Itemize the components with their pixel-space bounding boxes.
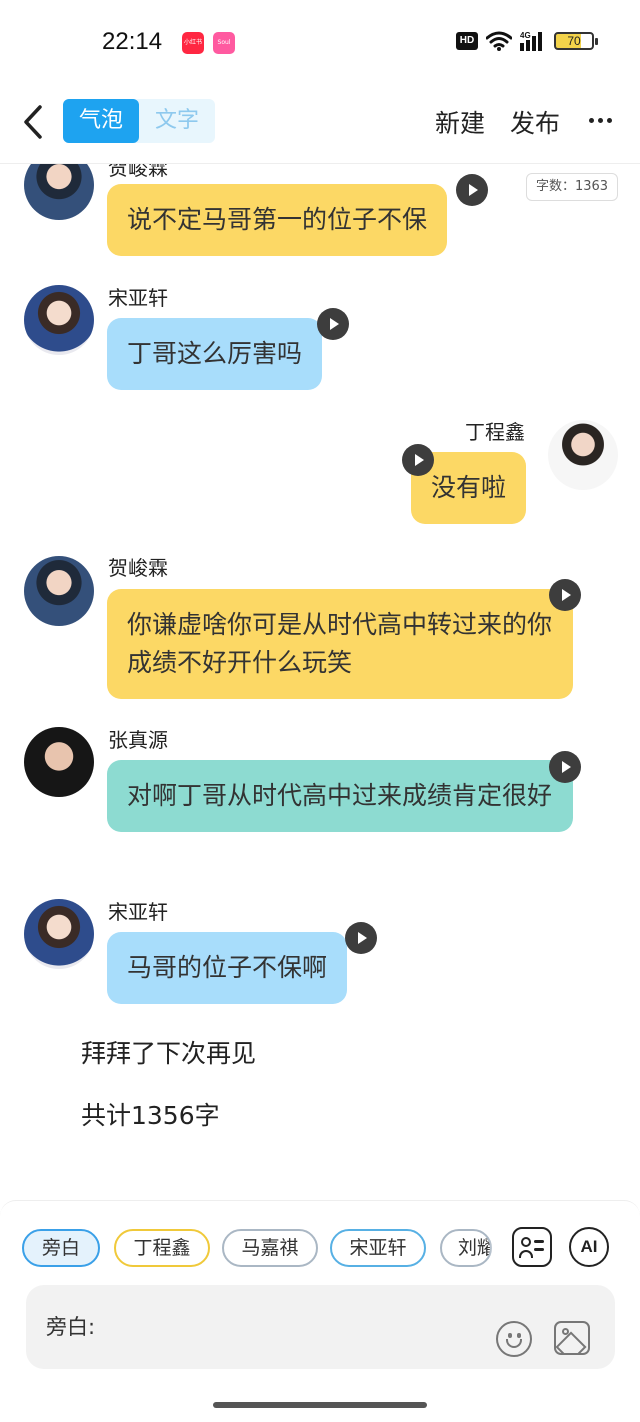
play-icon[interactable] [345, 922, 377, 954]
speaker-name: 贺峻霖 [108, 164, 168, 180]
more-icon[interactable] [586, 108, 614, 132]
avatar-song-yaxuan[interactable] [24, 899, 94, 969]
battery-icon: 70 [554, 32, 598, 50]
message-input[interactable]: 旁白: [26, 1285, 615, 1369]
play-icon[interactable] [317, 308, 349, 340]
avatar-song-yaxuan[interactable] [24, 285, 94, 355]
xiaohongshu-badge-icon: 小红书 [182, 32, 204, 54]
mode-switch: 气泡 文字 [63, 99, 215, 143]
chip-fade [488, 1223, 504, 1273]
role-chip-ding-chengxin[interactable]: 丁程鑫 [114, 1229, 210, 1267]
network-label: 4G [520, 31, 531, 40]
status-bar: 22:14 小红书 Soul HD 4G 70 [0, 0, 640, 86]
role-chip-narration[interactable]: 旁白 [22, 1229, 100, 1267]
composer-panel: 旁白 丁程鑫 马嘉祺 宋亚轩 刘耀 AI 旁白: [0, 1200, 640, 1422]
top-bar: 气泡 文字 新建 发布 [0, 86, 640, 164]
input-speaker-label: 旁白: [46, 1315, 96, 1339]
word-count-badge: 字数：1363 [526, 173, 618, 201]
chat-area: 贺峻霖 说不定马哥第一的位子不保 宋亚轩 丁哥这么厉害吗 丁程鑫 没有啦 贺峻霖… [0, 164, 640, 1200]
publish-button[interactable]: 发布 [510, 104, 560, 140]
avatar-ding-chengxin[interactable] [548, 420, 618, 490]
narration-text[interactable]: 共计1356字 [81, 1096, 220, 1132]
message-bubble[interactable]: 对啊丁哥从时代高中过来成绩肯定很好 [107, 760, 573, 832]
back-arrow-icon[interactable] [20, 104, 50, 140]
status-indicators: HD 4G 70 [456, 30, 598, 52]
wifi-icon [486, 31, 512, 51]
image-icon[interactable] [554, 1321, 590, 1355]
hd-icon: HD [456, 32, 478, 50]
role-chip-liu-yaowen[interactable]: 刘耀 [440, 1229, 492, 1267]
signal-icon: 4G [520, 31, 542, 51]
message-bubble[interactable]: 你谦虚啥你可是从时代高中转过来的你成绩不好开什么玩笑 [107, 589, 573, 699]
ai-button[interactable]: AI [569, 1227, 609, 1267]
play-icon[interactable] [402, 444, 434, 476]
avatar-zhang-zhenyuan[interactable] [24, 727, 94, 797]
tab-text[interactable]: 文字 [139, 99, 215, 143]
avatar-he-junlin[interactable] [24, 164, 94, 220]
message-bubble[interactable]: 马哥的位子不保啊 [107, 932, 348, 1004]
speaker-name: 宋亚轩 [108, 900, 168, 924]
tab-bubble[interactable]: 气泡 [63, 99, 139, 143]
speaker-name: 宋亚轩 [108, 286, 168, 310]
new-button[interactable]: 新建 [435, 104, 485, 140]
speaker-name: 丁程鑫 [465, 420, 525, 444]
role-chip-ma-jiaqi[interactable]: 马嘉祺 [222, 1229, 318, 1267]
home-indicator[interactable] [213, 1402, 427, 1408]
soul-badge-icon: Soul [213, 32, 235, 54]
role-chip-song-yaxuan[interactable]: 宋亚轩 [330, 1229, 426, 1267]
message-bubble[interactable]: 说不定马哥第一的位子不保 [107, 184, 448, 256]
speaker-name: 贺峻霖 [108, 556, 168, 580]
status-time: 22:14 [102, 28, 163, 55]
play-icon[interactable] [456, 174, 488, 206]
speaker-name: 张真源 [108, 728, 168, 752]
message-bubble[interactable]: 丁哥这么厉害吗 [107, 318, 323, 390]
avatar-he-junlin[interactable] [24, 556, 94, 626]
role-card-icon[interactable] [512, 1227, 552, 1267]
play-icon[interactable] [549, 579, 581, 611]
narration-text[interactable]: 拜拜了下次再见 [81, 1034, 256, 1070]
emoji-icon[interactable] [496, 1321, 532, 1357]
play-icon[interactable] [549, 751, 581, 783]
